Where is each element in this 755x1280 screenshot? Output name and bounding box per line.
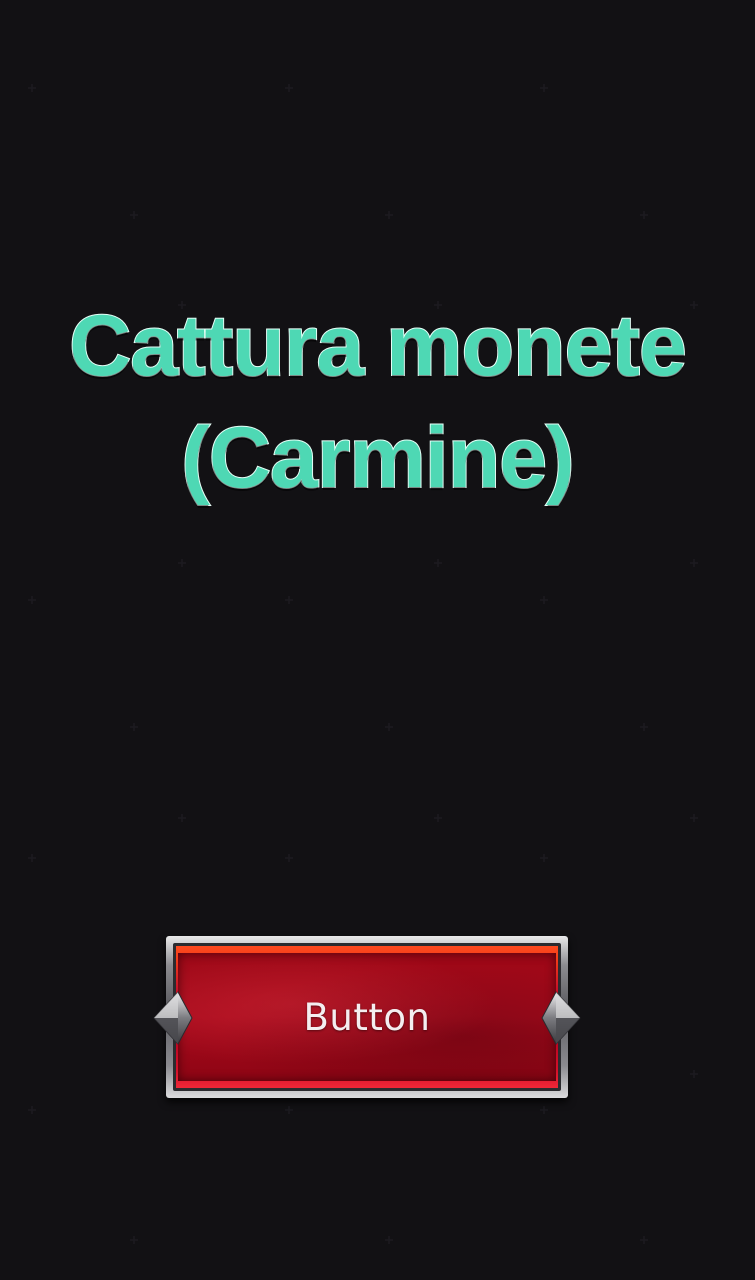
page-title: Cattura monete (Carmine) xyxy=(0,290,755,514)
main-button[interactable]: Button xyxy=(152,934,582,1102)
title-line-1: Cattura monete xyxy=(68,297,688,395)
button-label: Button xyxy=(303,995,431,1039)
left-spike-ornament xyxy=(153,991,193,1045)
right-spike-ornament xyxy=(541,991,581,1045)
button-frame: Button xyxy=(166,936,568,1098)
title-line-2: (Carmine) xyxy=(180,409,575,507)
